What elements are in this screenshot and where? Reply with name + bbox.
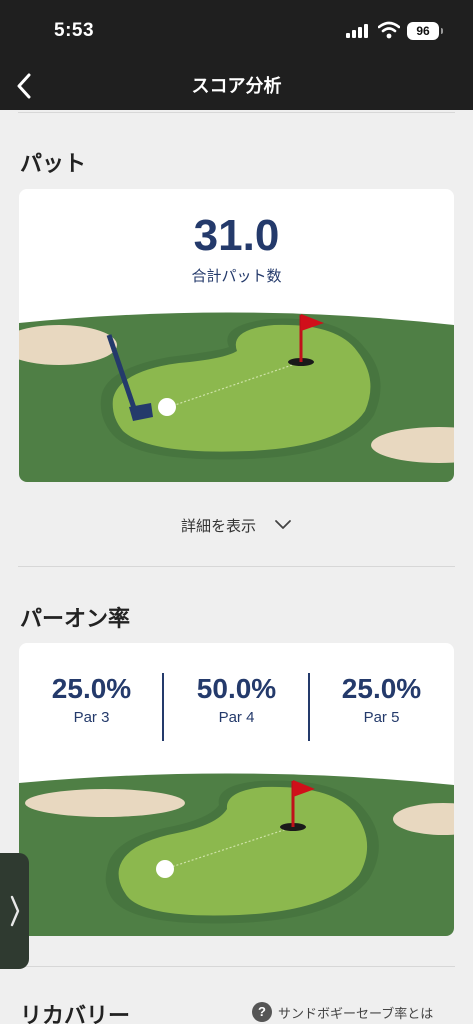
gir-value: 50.0% bbox=[196, 673, 277, 704]
show-details-label: 詳細を表示 bbox=[180, 516, 256, 535]
putting-green-illustration bbox=[19, 312, 454, 482]
help-link-label: サンドボギーセーブ率とは bbox=[278, 1006, 434, 1022]
gir-label: Par 5 bbox=[363, 709, 400, 726]
page-title: スコア分析 bbox=[191, 76, 282, 97]
section-title-gir: パーオン率 bbox=[20, 607, 131, 632]
green-illustration bbox=[19, 773, 454, 936]
section-title-putts: パット bbox=[20, 152, 87, 177]
divider bbox=[18, 112, 455, 113]
gir-stat-par3: 25.0% Par 3 bbox=[19, 673, 164, 726]
show-details-button[interactable]: 詳細を表示 bbox=[0, 512, 473, 538]
sand-save-help-link[interactable]: ? サンドボギーセーブ率とは bbox=[252, 1002, 433, 1022]
total-putts-label: 合計パット数 bbox=[191, 267, 282, 285]
side-drawer-tab[interactable] bbox=[0, 853, 29, 969]
section-title-recovery: リカバリー bbox=[20, 1004, 131, 1024]
status-bar: 5:53 96 bbox=[0, 0, 473, 62]
gir-label: Par 4 bbox=[218, 709, 255, 726]
chevron-right-icon bbox=[10, 895, 19, 927]
putts-card: 31.0 合計パット数 bbox=[19, 189, 454, 482]
battery-icon: 96 bbox=[407, 22, 443, 40]
golf-ball-icon bbox=[156, 860, 174, 878]
wifi-icon bbox=[378, 21, 400, 39]
gir-stat-par5: 25.0% Par 5 bbox=[309, 673, 454, 726]
gir-stat-par4: 50.0% Par 4 bbox=[164, 673, 309, 726]
golf-ball-icon bbox=[158, 398, 176, 416]
signal-icon bbox=[346, 24, 368, 38]
status-time: 5:53 bbox=[54, 20, 95, 41]
divider bbox=[18, 566, 455, 567]
chevron-down-icon bbox=[275, 520, 291, 529]
total-putts-value: 31.0 bbox=[193, 211, 280, 260]
gir-value: 25.0% bbox=[51, 673, 132, 704]
nav-bar: スコア分析 bbox=[0, 62, 473, 110]
battery-level: 96 bbox=[416, 24, 430, 38]
divider bbox=[18, 966, 455, 967]
gir-value: 25.0% bbox=[341, 673, 422, 704]
sand-bunker bbox=[25, 789, 185, 817]
gir-card: 25.0% Par 3 50.0% Par 4 25.0% Par 5 bbox=[19, 643, 454, 936]
question-icon: ? bbox=[252, 1002, 272, 1022]
gir-label: Par 3 bbox=[73, 709, 110, 726]
